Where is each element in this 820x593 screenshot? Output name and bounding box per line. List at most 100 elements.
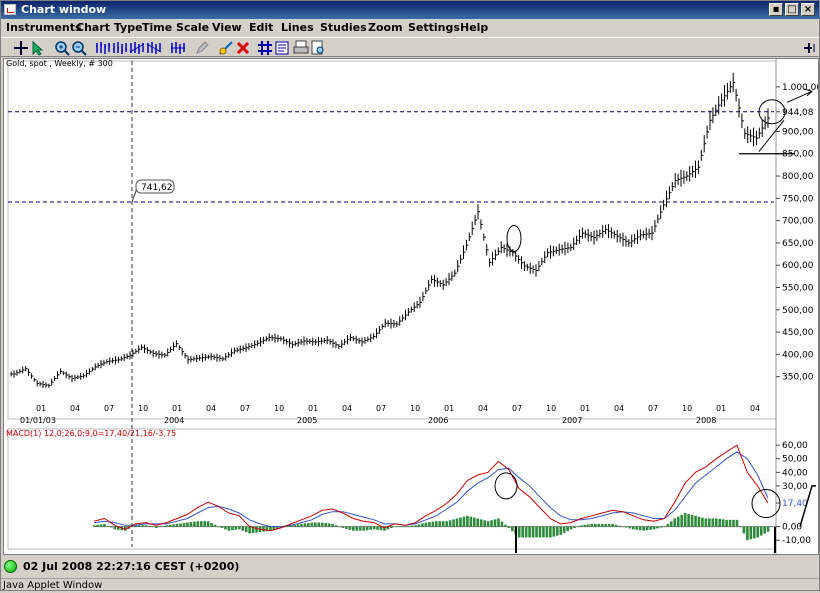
chart-area[interactable]: Gold, spot , Weekly, # 300 350,00 400,00 45… [3,58,819,555]
macd-histogram-bar [476,518,480,527]
zoom-out-icon[interactable] [71,40,87,56]
preview-icon[interactable] [310,40,326,56]
macd-histogram-bar [196,521,200,527]
minimize-button[interactable]: ▪ [769,3,783,16]
crosshair-icon[interactable] [13,40,29,56]
macd-histogram-bar [587,524,590,527]
window-title: Chart window [21,3,107,16]
price-ytick-label-0: 350,00 [782,373,814,383]
macd-histogram-bar [355,526,359,531]
menu-edit[interactable]: Edit [249,21,273,34]
macd-histogram-bar [473,517,476,527]
macd-histogram-bar [611,523,614,527]
macd-histogram-bar [110,526,113,528]
menu-zoom[interactable]: Zoom [368,21,403,34]
macd-histogram-bar [597,523,601,527]
x-month-label-17: 04 [614,404,624,413]
bars-icon-2[interactable] [112,40,128,56]
macd-histogram-bar [746,526,749,541]
macd-histogram-bar [210,523,213,527]
macd-histogram-bar [490,520,493,527]
macd-histogram-bar [638,526,642,531]
price-ytick-label-9: 800,00 [782,172,814,182]
menu-chart-type[interactable]: Chart Type [76,21,143,34]
macd-ytick-label-0: -10,00 [782,536,811,546]
menu-studies[interactable]: Studies [320,21,367,34]
macd-histogram-bar [396,526,400,528]
macd-histogram-bar [763,526,766,534]
menu-help[interactable]: Help [460,21,488,34]
macd-histogram-bar [255,526,258,533]
macd-histogram-bar [552,526,556,537]
maximize-button[interactable]: □ [785,3,799,16]
x-year-label-1: 2004 [164,416,184,425]
macd-histogram-bar [545,526,549,538]
x-month-label-13: 04 [478,404,488,413]
menu-time-scale[interactable]: Time Scale [142,21,209,34]
menu-lines[interactable]: Lines [281,21,314,34]
title-bar[interactable]: Chart window ▪ □ × [1,1,819,19]
line-tool-icon[interactable] [218,40,234,56]
macd-histogram-bar [92,525,96,527]
close-button[interactable]: × [801,3,815,16]
macd-histogram-bar [728,519,732,527]
menu-instruments[interactable]: Instruments [6,21,82,34]
pencil-icon[interactable] [194,40,210,56]
macd-histogram-bar [766,526,770,532]
macd-histogram-bar [231,526,234,531]
macd-histogram-bar [234,526,238,530]
macd-histogram-bar [704,518,708,527]
bars-icon-5[interactable] [170,40,186,56]
macd-histogram-bar [407,526,410,527]
price-ytick-label-6: 650,00 [782,239,814,249]
bars-icon-1[interactable] [95,40,111,56]
macd-histogram-bar [714,518,718,527]
macd-histogram-bar [175,523,179,527]
chart-canvas[interactable]: Gold, spot , Weekly, # 300 350,00 400,00 45… [4,59,818,554]
macd-histogram-bar [618,525,621,527]
macd-histogram-bar [559,526,563,535]
menu-settings[interactable]: Settings [408,21,460,34]
macd-histogram-bar [607,523,611,527]
print-icon[interactable] [293,40,309,56]
grid-icon[interactable] [257,40,273,56]
macd-signal-line [93,451,769,528]
macd-histogram-bar [148,526,151,527]
macd-histogram-bar [428,522,431,527]
zoom-in-icon[interactable] [54,40,70,56]
macd-histogram-bar [400,526,404,528]
macd-histogram-bar [113,526,117,530]
macd-histogram-bar [358,526,362,531]
menu-view[interactable]: View [212,21,242,34]
macd-histogram-bar [604,523,607,527]
macd-histogram-bar [462,516,466,527]
macd-histogram-bar [300,523,303,527]
macd-histogram-bar [369,526,372,530]
pointer-icon[interactable] [30,40,46,56]
macd-histogram-bar [632,526,635,530]
x-year-label-2: 2005 [297,416,317,425]
x-month-label-16: 01 [580,404,590,413]
macd-ytick-label-2: 17,40 [782,499,808,509]
macd-histogram-bar [331,523,334,527]
macd-histogram-bar [103,523,106,527]
macd-histogram-bar [345,526,348,529]
macd-histogram-bar [600,523,604,527]
bars-icon-3[interactable] [129,40,145,56]
macd-histogram-bar [517,526,521,538]
delete-lines-icon[interactable] [235,40,251,56]
macd-histogram-bar [362,526,365,531]
macd-histogram-bar [320,522,324,527]
x-month-label-19: 10 [682,404,692,413]
properties-icon[interactable] [274,40,290,56]
toolbar-pin-icon[interactable] [801,40,817,56]
status-bar: 02 Jul 2008 22:27:16 CEST (+0200) [1,557,819,577]
macd-histogram-bar [621,526,625,528]
macd-histogram-bar [244,526,248,533]
price-ytick-label-5: 600,00 [782,261,814,271]
macd-histogram-bar [227,526,231,531]
macd-histogram-bar [718,518,722,527]
bars-icon-4[interactable] [146,40,162,56]
macd-histogram-bar [307,523,310,527]
macd-histogram-bar [576,526,580,528]
